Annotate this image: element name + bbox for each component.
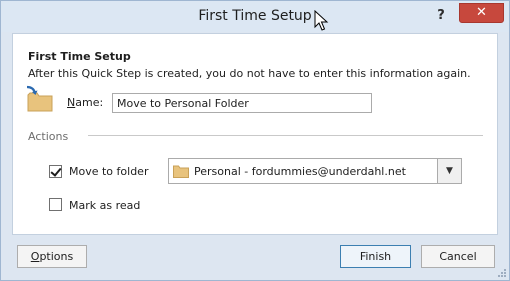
- move-to-folder-icon: [26, 85, 53, 112]
- folder-select-value: Personal - fordummies@underdahl.net: [194, 165, 406, 178]
- folder-icon: [173, 165, 189, 178]
- chevron-down-icon[interactable]: ▼: [437, 159, 461, 183]
- mark-as-read-label[interactable]: Mark as read: [69, 199, 140, 212]
- help-button[interactable]: ?: [431, 6, 451, 26]
- cancel-button[interactable]: Cancel: [421, 245, 495, 268]
- name-input[interactable]: [112, 93, 372, 113]
- move-to-folder-checkbox[interactable]: [49, 165, 62, 178]
- dialog-window: First Time Setup ? ✕ First Time Setup Af…: [0, 0, 510, 281]
- setup-panel: First Time Setup After this Quick Step i…: [12, 33, 498, 235]
- resize-grip-icon[interactable]: [497, 268, 507, 278]
- finish-button[interactable]: Finish: [340, 245, 411, 268]
- actions-section-label: Actions: [28, 130, 69, 143]
- name-label: Name:: [67, 96, 104, 109]
- mouse-cursor-icon: [314, 10, 329, 31]
- section-divider: [88, 135, 483, 136]
- panel-heading: First Time Setup: [28, 50, 131, 63]
- folder-select[interactable]: Personal - fordummies@underdahl.net ▼: [168, 158, 462, 184]
- move-to-folder-label[interactable]: Move to folder: [69, 165, 148, 178]
- options-button[interactable]: Options: [17, 245, 87, 268]
- title-bar[interactable]: First Time Setup ? ✕: [1, 1, 509, 32]
- close-button[interactable]: ✕: [459, 3, 504, 23]
- mark-as-read-checkbox[interactable]: [49, 198, 62, 211]
- panel-description: After this Quick Step is created, you do…: [28, 67, 471, 80]
